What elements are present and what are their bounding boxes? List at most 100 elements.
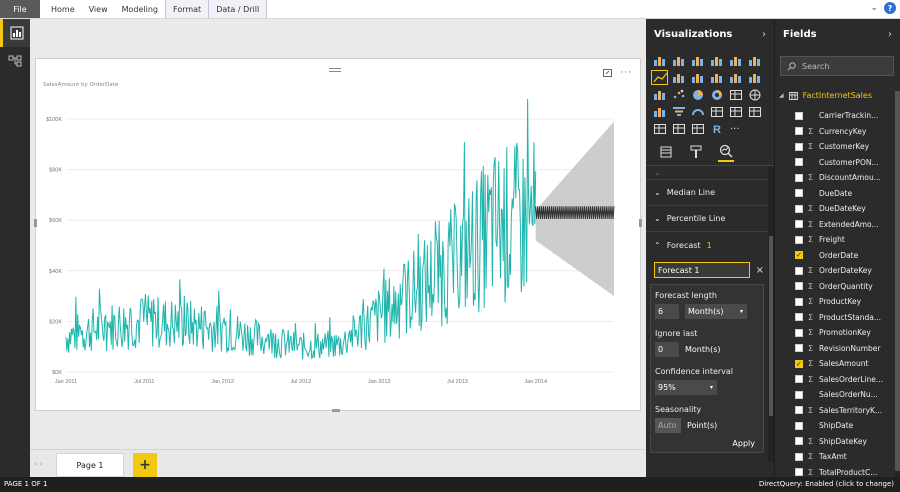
help-icon[interactable]: ? — [884, 2, 896, 14]
fields-scrollbar[interactable] — [895, 91, 900, 477]
field-checkbox[interactable] — [795, 344, 803, 353]
forecast-length-unit-select[interactable]: Month(s) ▾ — [685, 304, 747, 319]
field-item[interactable]: Σ ProductStanda... — [779, 310, 893, 326]
add-page-button[interactable]: + — [133, 453, 157, 477]
field-checkbox[interactable] — [795, 127, 803, 136]
field-item[interactable]: Σ OrderQuantity — [779, 279, 893, 295]
slicer-icon[interactable] — [652, 122, 667, 135]
field-item[interactable]: Σ Freight — [779, 232, 893, 248]
treemap-icon[interactable] — [728, 88, 743, 101]
field-checkbox[interactable] — [795, 204, 803, 213]
ignore-last-input[interactable]: 0 — [655, 342, 679, 357]
line-column-2-icon[interactable] — [728, 71, 743, 84]
field-checkbox[interactable] — [795, 111, 803, 120]
field-item[interactable]: Σ DiscountAmou... — [779, 170, 893, 186]
scatter-icon[interactable] — [671, 88, 686, 101]
field-checkbox[interactable] — [795, 142, 803, 151]
field-item[interactable]: Σ CustomerKey — [779, 139, 893, 155]
format-tab[interactable] — [688, 142, 704, 162]
chevron-down-icon[interactable]: ⌄ — [870, 3, 878, 13]
stacked-area-icon[interactable] — [690, 71, 705, 84]
field-checkbox[interactable] — [795, 452, 803, 461]
field-item[interactable]: ✓ OrderDate — [779, 248, 893, 264]
field-checkbox[interactable] — [795, 390, 803, 399]
field-checkbox[interactable] — [795, 266, 803, 275]
confidence-interval-select[interactable]: 95% ▾ — [655, 380, 717, 395]
map-icon[interactable] — [747, 88, 762, 101]
pie-icon[interactable] — [690, 88, 705, 101]
field-checkbox[interactable] — [795, 328, 803, 337]
field-checkbox[interactable] — [795, 235, 803, 244]
gauge-icon[interactable] — [690, 105, 705, 118]
analytics-tab[interactable] — [718, 142, 734, 162]
field-checkbox[interactable] — [795, 158, 803, 167]
field-item[interactable]: Σ RevisionNumber — [779, 341, 893, 357]
field-checkbox[interactable] — [795, 437, 803, 446]
field-checkbox[interactable] — [795, 375, 803, 384]
tab-data-drill[interactable]: Data / Drill — [208, 0, 268, 18]
field-checkbox[interactable] — [795, 282, 803, 291]
collapse-fields-icon[interactable]: › — [888, 29, 892, 40]
field-item[interactable]: Σ ExtendedAmo... — [779, 217, 893, 233]
table-icon[interactable] — [671, 122, 686, 135]
page-tab[interactable]: Page 1 — [56, 453, 124, 477]
fields-well-tab[interactable] — [658, 142, 674, 162]
100-bar-icon[interactable] — [728, 54, 743, 67]
fields-search-input[interactable]: Search — [780, 56, 894, 76]
filled-map-icon[interactable] — [652, 105, 667, 118]
waterfall-icon[interactable] — [652, 88, 667, 101]
field-item[interactable]: Σ PromotionKey — [779, 325, 893, 341]
section-percentile-line[interactable]: ⌄ Percentile Line — [646, 206, 768, 232]
field-item[interactable]: Σ SalesOrderLine... — [779, 372, 893, 388]
field-checkbox[interactable] — [795, 406, 803, 415]
resize-handle-left[interactable] — [34, 219, 37, 227]
field-item[interactable]: SalesOrderNu... — [779, 387, 893, 403]
tab-format[interactable]: Format — [165, 0, 209, 18]
matrix-icon[interactable] — [690, 122, 705, 135]
field-item[interactable]: Σ SalesTerritoryK... — [779, 403, 893, 419]
line-column-icon[interactable] — [709, 71, 724, 84]
field-item[interactable]: Σ CurrencyKey — [779, 124, 893, 140]
resize-handle-right[interactable] — [639, 219, 642, 227]
stacked-bar-icon[interactable] — [652, 54, 667, 67]
more-visuals-icon[interactable]: ··· — [728, 122, 743, 135]
field-item[interactable]: Σ TotalProductC... — [779, 465, 893, 481]
donut-icon[interactable] — [709, 88, 724, 101]
field-item[interactable]: Σ TaxAmt — [779, 449, 893, 465]
directquery-status[interactable]: DirectQuery: Enabled (click to change) — [759, 480, 894, 488]
table-fact-internet-sales[interactable]: ◢ FactInternetSales — [779, 91, 872, 100]
field-item[interactable]: CustomerPON... — [779, 155, 893, 171]
section-average-partial[interactable]: ⌄ — [646, 166, 768, 180]
collapse-viz-icon[interactable]: › — [762, 29, 766, 40]
section-forecast[interactable]: ⌃ Forecast 1 — [646, 232, 768, 258]
field-item[interactable]: ✓ Σ SalesAmount — [779, 356, 893, 372]
funnel-icon[interactable] — [671, 105, 686, 118]
field-checkbox[interactable] — [795, 220, 803, 229]
line-chart-icon[interactable] — [651, 70, 668, 85]
apply-button[interactable]: Apply — [655, 439, 759, 448]
remove-forecast-icon[interactable]: × — [756, 265, 764, 276]
kpi-icon[interactable] — [747, 105, 762, 118]
field-checkbox[interactable] — [795, 313, 803, 322]
forecast-length-input[interactable]: 6 — [655, 304, 679, 319]
field-item[interactable]: Σ ProductKey — [779, 294, 893, 310]
100-column-icon[interactable] — [747, 54, 762, 67]
stacked-column-icon[interactable] — [671, 54, 686, 67]
field-checkbox[interactable] — [795, 173, 803, 182]
field-item[interactable]: CarrierTrackin... — [779, 108, 893, 124]
field-item[interactable]: Σ DueDateKey — [779, 201, 893, 217]
file-tab[interactable]: File — [0, 0, 40, 18]
relationships-view-button[interactable] — [0, 47, 30, 75]
area-chart-icon[interactable] — [671, 71, 686, 84]
field-checkbox[interactable]: ✓ — [795, 359, 803, 368]
tab-view[interactable]: View — [82, 0, 115, 18]
resize-handle-bottom[interactable] — [332, 409, 340, 412]
forecast-name-input[interactable]: Forecast 1 — [654, 262, 750, 278]
field-item[interactable]: DueDate — [779, 186, 893, 202]
page-nav-arrows[interactable]: ‹ › — [34, 459, 43, 468]
section-median-line[interactable]: ⌄ Median Line — [646, 180, 768, 206]
field-checkbox[interactable] — [795, 468, 803, 477]
field-checkbox[interactable] — [795, 421, 803, 430]
field-item[interactable]: Σ OrderDateKey — [779, 263, 893, 279]
seasonality-input[interactable]: Auto — [655, 418, 681, 433]
